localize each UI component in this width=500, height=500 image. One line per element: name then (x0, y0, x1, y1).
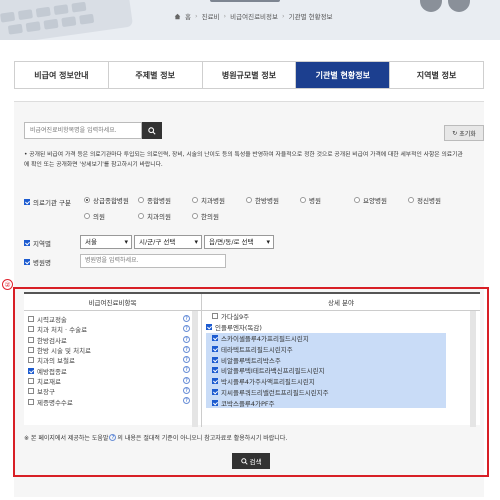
help-icon[interactable]: ? (183, 397, 190, 405)
tab-hospital-size-info[interactable]: 병원규모별 정보 (202, 62, 297, 88)
list-item[interactable]: 한방 시술 및 처치료? (28, 345, 196, 355)
region-district-select[interactable]: 시/군/구 선택 (134, 235, 202, 249)
reset-icon: ↻ (452, 129, 458, 137)
help-icon[interactable]: ? (183, 387, 190, 395)
list-item[interactable]: 시력교정술? (28, 314, 196, 324)
item-category-list: 시력교정술? 치과 처치 · 수술료? 한방검사료? 한방 시술 및 처치료? … (28, 314, 196, 407)
list-item[interactable]: 치과의 보철료? (28, 355, 196, 365)
region-label: 지역별 (24, 238, 51, 248)
detail-item[interactable]: 지씨플루쿼드리밸런트프리필드시린지주 (206, 386, 446, 398)
checkbox[interactable] (24, 199, 30, 205)
radio-option[interactable]: 정신병원 (408, 195, 462, 205)
detail-item[interactable]: 코박스플루4가PF주 (206, 397, 446, 409)
list-item[interactable]: 예방접종료? (28, 365, 196, 376)
help-icon[interactable]: ? (183, 376, 190, 384)
breadcrumb-item: 기관별 현황정보 (288, 13, 333, 21)
help-icon: ? (109, 434, 117, 441)
help-icon[interactable]: ? (183, 356, 190, 364)
radio-option[interactable]: 의원 (84, 211, 138, 221)
breadcrumb-item[interactable]: 진료비 (202, 11, 220, 21)
help-icon[interactable]: ? (183, 366, 190, 374)
left-scrollbar[interactable] (192, 311, 198, 427)
detail-list: 가다실9주 인플루엔자(독감) 스카이셀플루4가프리필드시린지 테라텍트프리필드… (206, 311, 446, 409)
radio-option[interactable]: 병원 (300, 195, 354, 205)
category-tabs: 비급여 정보안내 주제별 정보 병원규모별 정보 기관별 현황정보 지역별 정보 (14, 61, 484, 89)
help-icon[interactable]: ? (183, 345, 190, 353)
radio-option[interactable]: 치과병원 (192, 195, 246, 205)
list-item[interactable]: 제증명수수료? (28, 396, 196, 407)
right-scrollbar[interactable] (470, 311, 476, 427)
institution-type-options: 상급종합병원 종합병원 치과병원 한방병원 병원 요양병원 정신병원 의원 치과… (84, 195, 462, 221)
help-icon[interactable]: ? (183, 335, 190, 343)
tab-noncovered-info[interactable]: 비급여 정보안내 (15, 62, 109, 88)
list-item[interactable]: 한방검사료? (28, 335, 196, 345)
list-item[interactable]: 치료재료? (28, 376, 196, 386)
item-search-button[interactable] (142, 122, 162, 139)
list-item[interactable]: 치과 처치 · 수술료? (28, 324, 196, 334)
help-icon[interactable]: ? (183, 315, 190, 322)
detail-item[interactable]: 스카이셀플루4가프리필드시린지 (206, 332, 446, 344)
radio-option[interactable]: 상급종합병원 (84, 195, 138, 205)
region-town-select[interactable]: 읍/면/동/로 선택 (204, 235, 274, 249)
checkbox[interactable] (24, 240, 30, 246)
radio-option[interactable]: 요양병원 (354, 195, 408, 205)
tab-topic-info[interactable]: 주제별 정보 (108, 62, 203, 88)
item-search-row: 비급여진료비항목명을 입력하세요. (24, 122, 162, 139)
print-icon[interactable] (448, 0, 470, 12)
page-title-fragment (210, 0, 280, 2)
price-notice: • 공개된 비급여 가격 등은 의료기관마다 투입되는 의료인력, 장비, 시술… (24, 152, 463, 168)
reset-label: 초기화 (459, 130, 476, 138)
radio-option[interactable]: 종합병원 (138, 195, 192, 205)
detail-item[interactable]: 비알플루텍I테트라백신프리필드시린지 (206, 364, 446, 376)
search-icon (148, 126, 156, 135)
radio-option[interactable]: 치과의원 (138, 211, 192, 221)
detail-item[interactable]: 테라텍트프리필드시린지주 (206, 343, 446, 355)
right-column-header: 상세 분야 (328, 299, 354, 307)
hospital-name-input[interactable]: 병원명을 입력하세요. (80, 254, 226, 268)
detail-item[interactable]: 비알플루텍트리박스주 (206, 354, 446, 365)
help-icon[interactable]: ? (183, 325, 190, 333)
tab-institution-info[interactable]: 기관별 현황정보 (296, 62, 391, 88)
help-footnote: ※ 본 페이지에서 제공하는 도움말 ? 의 내용은 절대적 기준이 아니오니 … (24, 434, 288, 442)
region-city-select[interactable]: 서울 (80, 235, 132, 249)
institution-type-label: 의료기관 구분 (24, 197, 71, 207)
item-search-input[interactable]: 비급여진료비항목명을 입력하세요. (24, 122, 142, 139)
left-column-header: 비급여진료비항목 (88, 299, 137, 307)
search-submit-label: 검색 (249, 458, 262, 466)
reset-button[interactable]: ↻ 초기화 (444, 125, 484, 141)
annotation-marker: ② (2, 279, 13, 290)
tab-region-info[interactable]: 지역별 정보 (390, 62, 483, 88)
list-item[interactable]: 보장구? (28, 386, 196, 396)
home-icon[interactable] (174, 13, 181, 20)
share-icon[interactable] (420, 0, 442, 12)
detail-item[interactable]: 가다실9주 (206, 311, 446, 322)
hospital-name-label: 병원명 (24, 257, 51, 267)
detail-item[interactable]: 인플루엔자(독감) (206, 321, 446, 333)
keyboard-graphic (0, 0, 134, 40)
page-banner: 홈 › 진료비 › 비급여진료비정보 › 기관별 현황정보 (0, 0, 500, 40)
search-icon (240, 457, 248, 465)
radio-option[interactable]: 한의원 (192, 211, 246, 221)
breadcrumb-item[interactable]: 비급여진료비정보 (230, 11, 278, 21)
detail-item[interactable]: 박시플루4가주사액프리필드시린지 (206, 375, 446, 387)
search-submit-button[interactable]: 검색 (232, 453, 270, 469)
breadcrumb: 홈 › 진료비 › 비급여진료비정보 › 기관별 현황정보 (174, 11, 333, 21)
item-selection-table: 비급여진료비항목 상세 분야 시력교정술? 치과 처치 · 수술료? 한방검사료… (24, 292, 480, 427)
checkbox[interactable] (24, 259, 30, 265)
radio-option[interactable]: 한방병원 (246, 195, 300, 205)
